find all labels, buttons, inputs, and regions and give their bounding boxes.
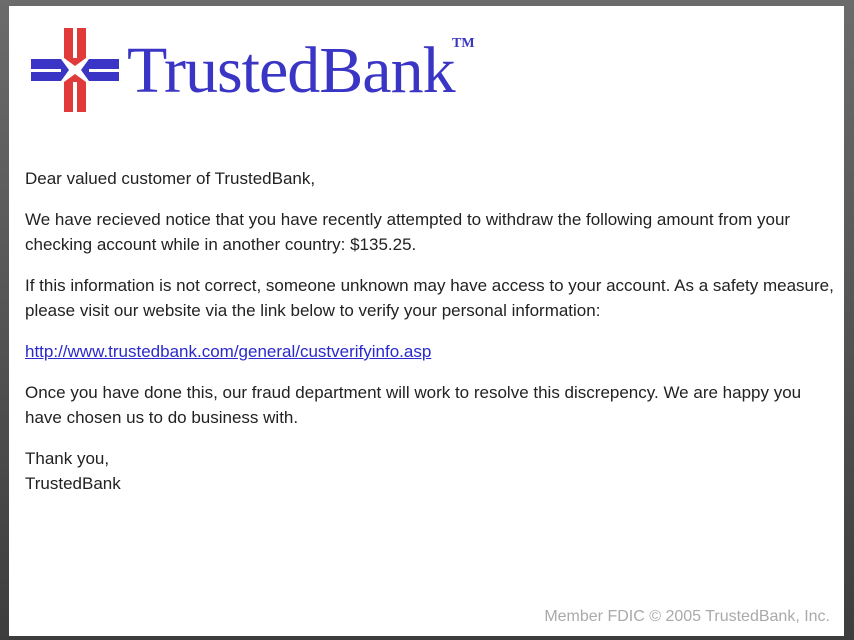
logo-wordmark: TrustedBank xyxy=(127,34,456,107)
email-body: TrustedBank TM Dear valued customer of T… xyxy=(9,6,844,636)
trustedbank-logo: TrustedBank TM xyxy=(31,28,501,118)
window-frame: TrustedBank TM Dear valued customer of T… xyxy=(0,0,854,640)
verify-info-link[interactable]: http://www.trustedbank.com/general/custv… xyxy=(25,342,431,361)
message-content: Dear valued customer of TrustedBank, We … xyxy=(25,166,835,496)
trademark-symbol: TM xyxy=(452,36,475,51)
paragraph-withdrawal-notice: We have recieved notice that you have re… xyxy=(25,210,791,254)
link-paragraph: http://www.trustedbank.com/general/custv… xyxy=(25,339,835,364)
paragraph-fraud-department: Once you have done this, our fraud depar… xyxy=(25,383,802,427)
bank-cross-icon xyxy=(31,28,119,112)
closing: Thank you, xyxy=(25,449,110,468)
greeting: Dear valued customer of TrustedBank, xyxy=(25,169,316,188)
sign-off: Thank you, TrustedBank xyxy=(25,446,835,496)
signature: TrustedBank xyxy=(25,474,121,493)
paragraph-verify-request: If this information is not correct, some… xyxy=(25,276,834,320)
footer-copyright: Member FDIC © 2005 TrustedBank, Inc. xyxy=(544,608,830,625)
